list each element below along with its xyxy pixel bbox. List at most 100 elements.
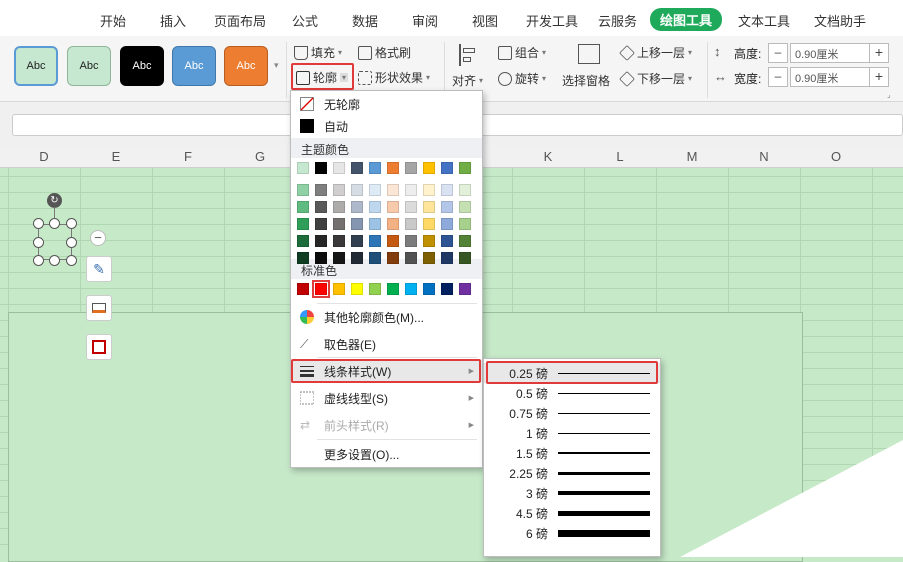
theme-shade-swatch[interactable] bbox=[333, 218, 345, 230]
standard-color-swatch[interactable] bbox=[333, 283, 345, 295]
shape-style-5[interactable]: Abc bbox=[224, 46, 268, 86]
theme-color-swatch[interactable] bbox=[333, 162, 345, 174]
theme-shade-swatch[interactable] bbox=[405, 184, 417, 196]
resize-handle[interactable] bbox=[66, 255, 77, 266]
theme-shade-swatch[interactable] bbox=[405, 252, 417, 264]
tab-review[interactable]: 审阅 bbox=[412, 11, 438, 30]
theme-shade-swatch[interactable] bbox=[297, 184, 309, 196]
theme-shade-swatch[interactable] bbox=[333, 235, 345, 247]
height-input[interactable]: 0.90厘米 bbox=[790, 43, 870, 63]
column-header[interactable]: G bbox=[224, 149, 296, 164]
theme-shade-swatch[interactable] bbox=[387, 218, 399, 230]
rotate-handle-icon[interactable]: ↻ bbox=[47, 193, 62, 208]
line-weight-option[interactable]: 1 磅 bbox=[484, 423, 660, 443]
standard-color-swatch[interactable] bbox=[405, 283, 417, 295]
resize-handle[interactable] bbox=[66, 218, 77, 229]
resize-handle[interactable] bbox=[49, 255, 60, 266]
theme-shade-swatch[interactable] bbox=[297, 218, 309, 230]
line-weight-option[interactable]: 4.5 磅 bbox=[484, 503, 660, 523]
eyedropper-item[interactable]: ⟋ 取色器(E) bbox=[291, 333, 482, 355]
theme-shade-swatch[interactable] bbox=[315, 201, 327, 213]
more-settings-item[interactable]: 更多设置(O)... bbox=[291, 443, 482, 465]
theme-shade-swatch[interactable] bbox=[333, 184, 345, 196]
theme-shade-swatch[interactable] bbox=[315, 184, 327, 196]
standard-color-swatch[interactable] bbox=[441, 283, 453, 295]
theme-shade-swatch[interactable] bbox=[333, 201, 345, 213]
height-decrease-button[interactable]: – bbox=[768, 43, 788, 63]
tab-text-tools[interactable]: 文本工具 bbox=[738, 11, 790, 30]
theme-shade-swatch[interactable] bbox=[387, 201, 399, 213]
tab-cloud[interactable]: 云服务 bbox=[598, 11, 637, 30]
theme-shade-swatch[interactable] bbox=[315, 218, 327, 230]
theme-shade-swatch[interactable] bbox=[405, 201, 417, 213]
standard-color-swatch[interactable] bbox=[423, 283, 435, 295]
width-input[interactable]: 0.90厘米 bbox=[790, 67, 870, 87]
arrow-style-item[interactable]: ⇄ 前头样式(R) ▶ bbox=[291, 414, 482, 436]
format-painter-button[interactable]: 格式刷 bbox=[358, 44, 411, 61]
theme-color-swatch[interactable] bbox=[459, 162, 471, 174]
theme-shade-swatch[interactable] bbox=[351, 218, 363, 230]
theme-shade-swatch[interactable] bbox=[441, 201, 453, 213]
theme-color-swatch[interactable] bbox=[405, 162, 417, 174]
column-header[interactable]: F bbox=[152, 149, 224, 164]
theme-shade-swatch[interactable] bbox=[405, 218, 417, 230]
standard-color-swatch[interactable] bbox=[297, 283, 309, 295]
standard-color-swatch[interactable] bbox=[312, 280, 330, 298]
theme-shade-swatch[interactable] bbox=[423, 218, 435, 230]
theme-shade-swatch[interactable] bbox=[351, 252, 363, 264]
line-weight-option[interactable]: 6 磅 bbox=[484, 523, 660, 543]
line-weight-option[interactable]: 3 磅 bbox=[484, 483, 660, 503]
line-weight-option[interactable]: 2.25 磅 bbox=[484, 463, 660, 483]
theme-shade-swatch[interactable] bbox=[387, 252, 399, 264]
theme-shade-swatch[interactable] bbox=[459, 218, 471, 230]
theme-shade-swatch[interactable] bbox=[441, 252, 453, 264]
theme-shade-swatch[interactable] bbox=[369, 184, 381, 196]
more-outline-colors-item[interactable]: 其他轮廓颜色(M)... bbox=[291, 306, 482, 328]
standard-color-swatch[interactable] bbox=[351, 283, 363, 295]
theme-shade-swatch[interactable] bbox=[315, 235, 327, 247]
standard-color-swatch[interactable] bbox=[387, 283, 399, 295]
bring-forward-button[interactable]: 上移一层 ▾ bbox=[619, 44, 692, 61]
theme-color-swatch[interactable] bbox=[297, 162, 309, 174]
shape-style-4[interactable]: Abc bbox=[172, 46, 216, 86]
theme-shade-swatch[interactable] bbox=[423, 252, 435, 264]
resize-handle[interactable] bbox=[33, 218, 44, 229]
theme-shade-swatch[interactable] bbox=[369, 235, 381, 247]
selection-pane-button[interactable]: 选择窗格 bbox=[562, 72, 610, 89]
theme-shade-swatch[interactable] bbox=[351, 235, 363, 247]
column-header[interactable]: K bbox=[512, 149, 584, 164]
align-button[interactable]: 对齐 ▾ bbox=[452, 72, 483, 89]
theme-color-swatch[interactable] bbox=[423, 162, 435, 174]
tab-developer[interactable]: 开发工具 bbox=[526, 11, 578, 30]
theme-shade-swatch[interactable] bbox=[459, 184, 471, 196]
theme-shade-swatch[interactable] bbox=[351, 201, 363, 213]
theme-shade-swatch[interactable] bbox=[315, 252, 327, 264]
tab-doc-assistant[interactable]: 文档助手 bbox=[814, 11, 866, 30]
send-backward-button[interactable]: 下移一层 ▾ bbox=[619, 70, 692, 87]
shape-effects-button[interactable]: 形状效果 ▾ bbox=[358, 69, 430, 86]
theme-color-swatch[interactable] bbox=[315, 162, 327, 174]
ribbon-launcher-icon[interactable]: ⌟ bbox=[887, 90, 891, 99]
theme-shade-swatch[interactable] bbox=[369, 218, 381, 230]
tab-page-layout[interactable]: 页面布局 bbox=[214, 11, 266, 30]
theme-color-swatch[interactable] bbox=[351, 162, 363, 174]
theme-shade-swatch[interactable] bbox=[423, 201, 435, 213]
resize-handle[interactable] bbox=[33, 237, 44, 248]
no-outline-item[interactable]: 无轮廓 bbox=[291, 93, 482, 115]
height-increase-button[interactable]: + bbox=[869, 43, 889, 63]
group-button[interactable]: 组合 ▾ bbox=[498, 44, 546, 61]
theme-shade-swatch[interactable] bbox=[387, 235, 399, 247]
theme-shade-swatch[interactable] bbox=[297, 201, 309, 213]
standard-color-swatch[interactable] bbox=[459, 283, 471, 295]
theme-shade-swatch[interactable] bbox=[459, 252, 471, 264]
tab-view[interactable]: 视图 bbox=[472, 11, 498, 30]
column-header[interactable]: O bbox=[800, 149, 872, 164]
theme-shade-swatch[interactable] bbox=[441, 218, 453, 230]
shape-style-2[interactable]: Abc bbox=[67, 46, 111, 86]
theme-shade-swatch[interactable] bbox=[369, 201, 381, 213]
rotate-button[interactable]: 旋转 ▾ bbox=[498, 70, 546, 87]
collapse-minus-icon[interactable]: − bbox=[90, 230, 106, 246]
theme-shade-swatch[interactable] bbox=[459, 201, 471, 213]
shape-style-3[interactable]: Abc bbox=[120, 46, 164, 86]
theme-color-swatch[interactable] bbox=[387, 162, 399, 174]
